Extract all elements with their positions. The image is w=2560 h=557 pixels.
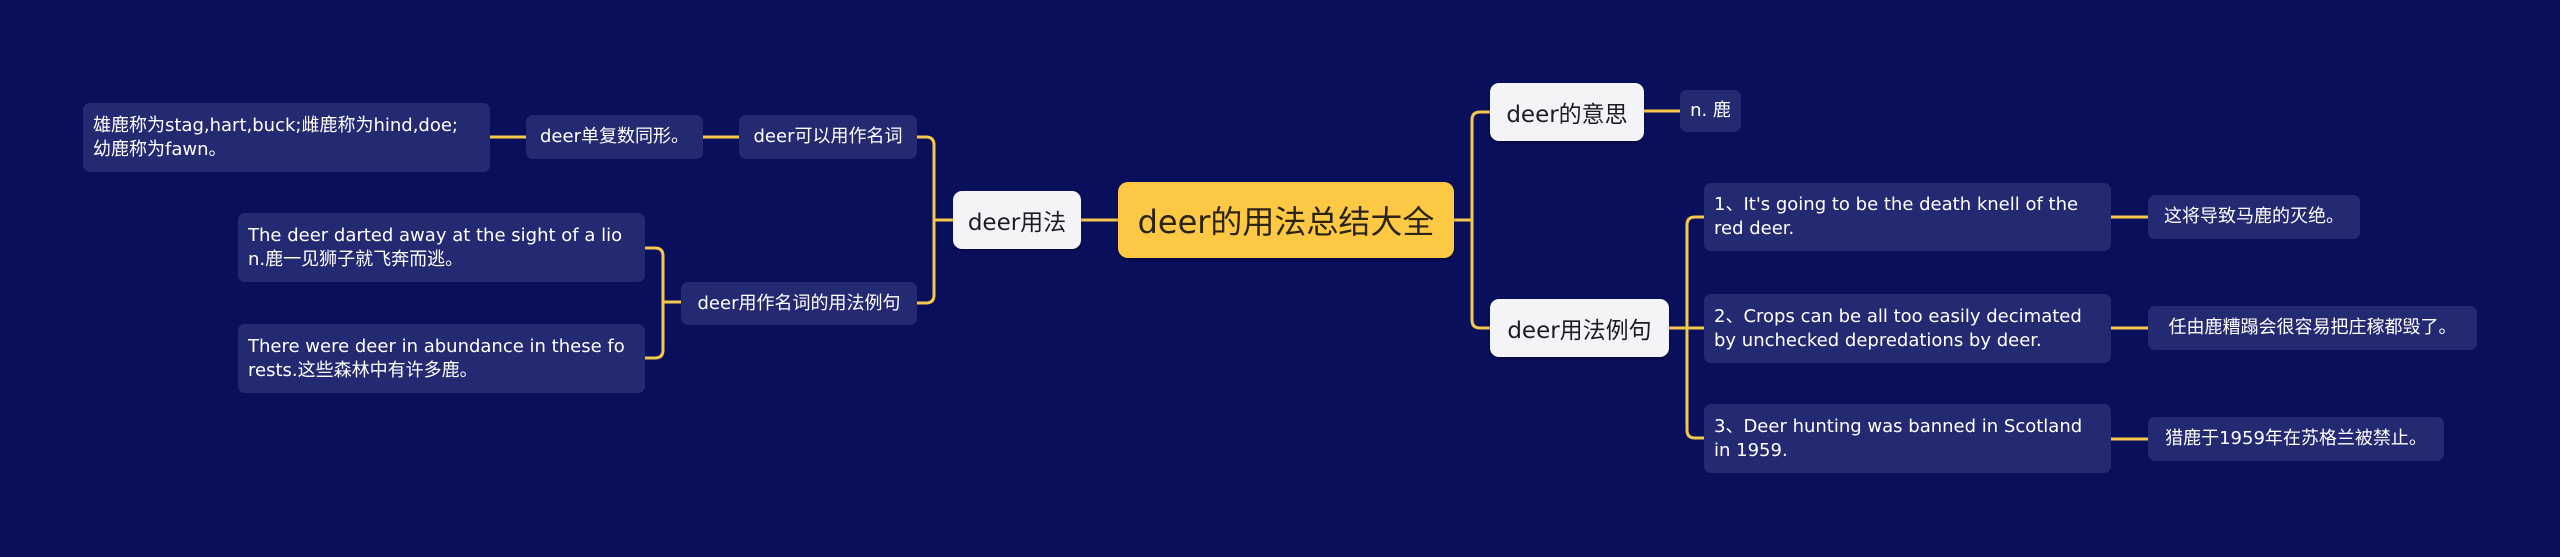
translation-2-label: 任由鹿糟蹋会很容易把庄稼都毁了。 (2168, 317, 2457, 338)
branch-deer-meaning-label: deer的意思 (1506, 102, 1628, 128)
topic-noun-usage[interactable]: deer可以用作名词 (739, 115, 917, 159)
branch-deer-usage[interactable]: deer用法 (953, 191, 1081, 249)
example-sentence-forests[interactable]: There were deer in abundance in these fo… (238, 324, 645, 393)
translation-3-label: 猎鹿于1959年在苏格兰被禁止。 (2165, 428, 2427, 449)
translation-1-label: 这将导致马鹿的灭绝。 (2164, 206, 2344, 227)
topic-deer-terms[interactable]: 雄鹿称为stag,hart,buck;雌鹿称为hind,doe; 幼鹿称为faw… (83, 103, 490, 172)
example-sentence-lion[interactable]: The deer darted away at the sight of a l… (238, 213, 645, 282)
translation-3[interactable]: 猎鹿于1959年在苏格兰被禁止。 (2148, 417, 2444, 461)
branch-deer-examples-label: deer用法例句 (1507, 318, 1652, 344)
connector-deer-usage-children (917, 135, 953, 305)
topic-noun-usage-label: deer可以用作名词 (753, 126, 903, 147)
topic-plural-same-label: deer单复数同形。 (540, 126, 689, 147)
connector-examples-right (1669, 215, 1704, 440)
topic-meaning-deer[interactable]: n. 鹿 (1680, 90, 1741, 132)
branch-deer-usage-label: deer用法 (967, 210, 1067, 236)
connector-root-right (1454, 110, 1490, 330)
topic-noun-examples[interactable]: deer用作名词的用法例句 (681, 282, 917, 325)
topic-plural-same[interactable]: deer单复数同形。 (526, 115, 703, 159)
topic-meaning-deer-label: n. 鹿 (1690, 100, 1731, 121)
example-sentence-2[interactable]: 2、Crops can be all too easily decimated … (1704, 294, 2111, 363)
topic-deer-terms-label: 雄鹿称为stag,hart,buck;雌鹿称为hind,doe; 幼鹿称为faw… (93, 114, 458, 160)
branch-deer-examples[interactable]: deer用法例句 (1490, 299, 1669, 357)
example-sentence-3[interactable]: 3、Deer hunting was banned in Scotland in… (1704, 404, 2111, 473)
connector-examples-bracket (645, 246, 681, 360)
translation-2[interactable]: 任由鹿糟蹋会很容易把庄稼都毁了。 (2148, 306, 2477, 350)
example-sentence-forests-label: There were deer in abundance in these fo… (248, 335, 625, 381)
example-sentence-1-label: 1、It's going to be the death knell of th… (1714, 194, 2079, 239)
example-sentence-2-label: 2、Crops can be all too easily decimated … (1714, 305, 2082, 351)
root-topic[interactable]: deer的用法总结大全 (1118, 182, 1454, 258)
example-sentence-3-label: 3、Deer hunting was banned in Scotland in… (1714, 415, 2083, 461)
example-sentence-lion-label: The deer darted away at the sight of a l… (248, 224, 623, 270)
translation-1[interactable]: 这将导致马鹿的灭绝。 (2148, 195, 2360, 239)
branch-deer-meaning[interactable]: deer的意思 (1490, 83, 1644, 141)
root-topic-label: deer的用法总结大全 (1137, 203, 1435, 241)
example-sentence-1[interactable]: 1、It's going to be the death knell of th… (1704, 183, 2111, 251)
topic-noun-examples-label: deer用作名词的用法例句 (697, 292, 901, 314)
